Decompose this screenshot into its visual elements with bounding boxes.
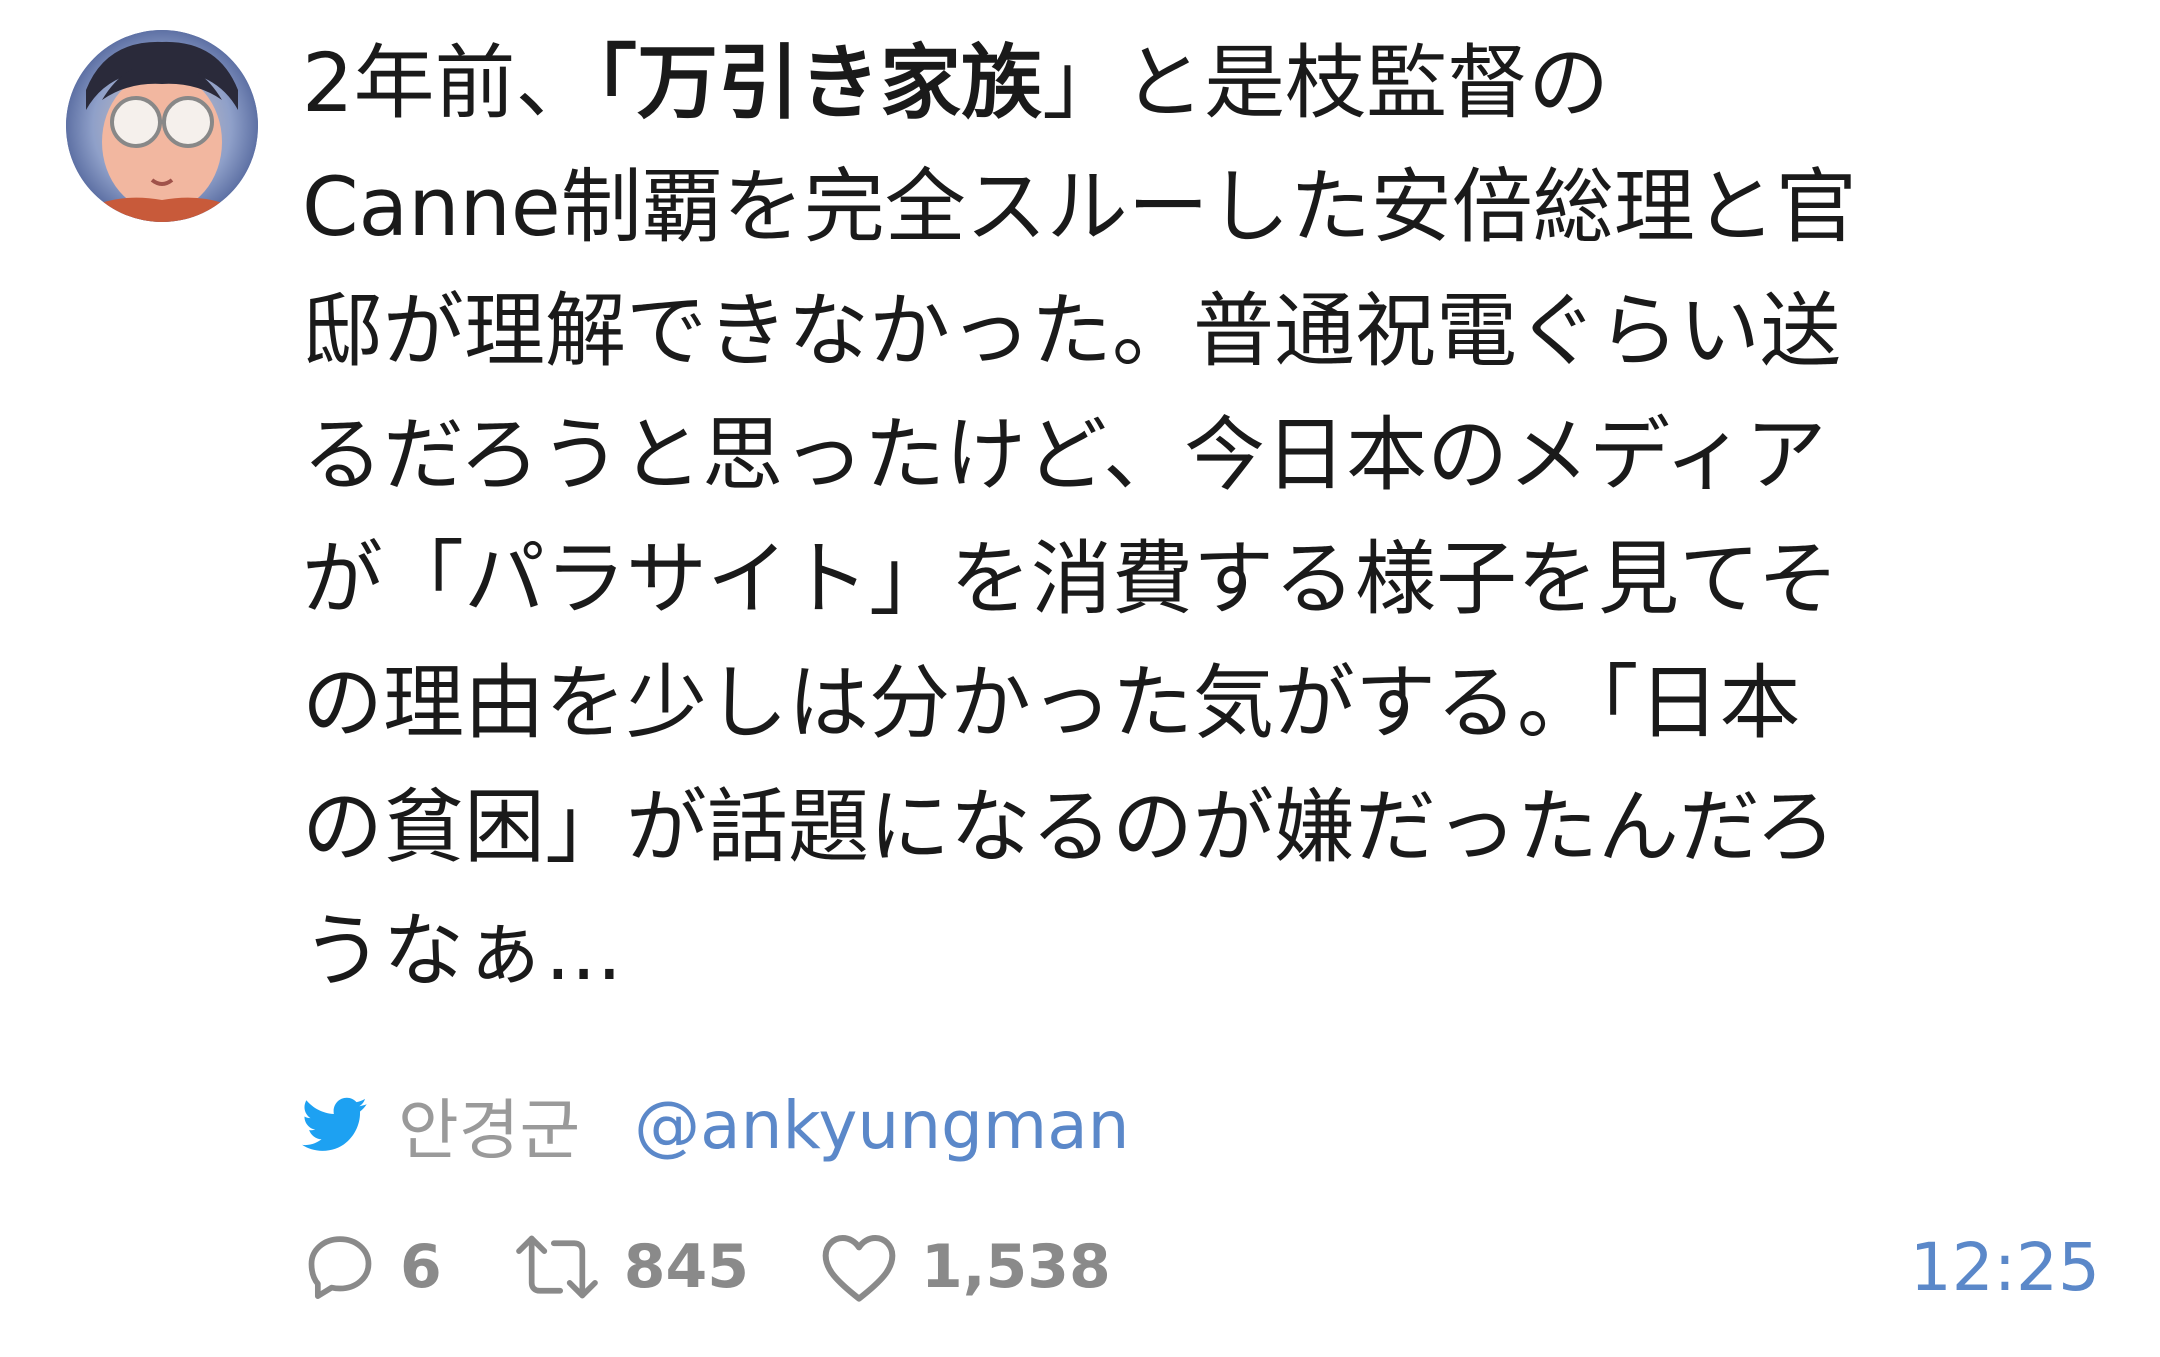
heart-icon [822,1235,896,1302]
tweet-text-line: 邸が理解できなかった。普通祝電ぐらい送 [302,285,1842,379]
retweet-icon [515,1235,598,1299]
tweet-text-line: が「パラサイト」を消費する様子を見てそ [302,533,1839,627]
tweet-card[interactable]: 2年前、「万引き家族」と是枝監督の Canne制覇を完全スルーした安倍総理と官 … [0,0,2160,1357]
tweet-text-line: の理由を少しは分かった気がする。「日本 [302,657,1801,751]
tweet-text-line: の貧困」が話題になるのが嫌だったんだろ [302,781,1837,875]
author-name[interactable]: 안경군 [398,1077,580,1173]
avatar-image [66,30,258,222]
author-handle[interactable]: @ankyungman [634,1087,1129,1164]
tweet-text-line: 2年前、「万引き家族」と是枝監督の [302,37,1610,131]
like-count: 1,538 [921,1232,1111,1302]
retweet-count: 845 [623,1232,749,1302]
tweet-text-line: Canne制覇を完全スルーした安倍総理と官 [302,161,1857,255]
author-row[interactable]: 안경군 @ankyungman [302,1080,1130,1170]
retweet-button[interactable]: 845 [512,1229,749,1305]
reply-count: 6 [400,1232,442,1302]
reply-button[interactable]: 6 [302,1229,442,1305]
twitter-bird-icon [302,1097,367,1151]
tweet-text: 2年前、「万引き家族」と是枝監督の Canne制覇を完全スルーした安倍総理と官 … [302,22,2022,1014]
like-button[interactable]: 1,538 [819,1229,1111,1305]
avatar[interactable] [66,30,258,222]
reply-icon [308,1236,372,1299]
tweet-text-line: うなぁ... [302,905,623,999]
tweet-text-line: るだろうと思ったけど、今日本のメディア [302,409,1827,503]
tweet-time[interactable]: 12:25 [1910,1222,2100,1312]
tweet-text-bold: 「万引き家族 [596,37,1043,131]
tweet-actions: 6 845 1,538 [302,1222,2102,1312]
